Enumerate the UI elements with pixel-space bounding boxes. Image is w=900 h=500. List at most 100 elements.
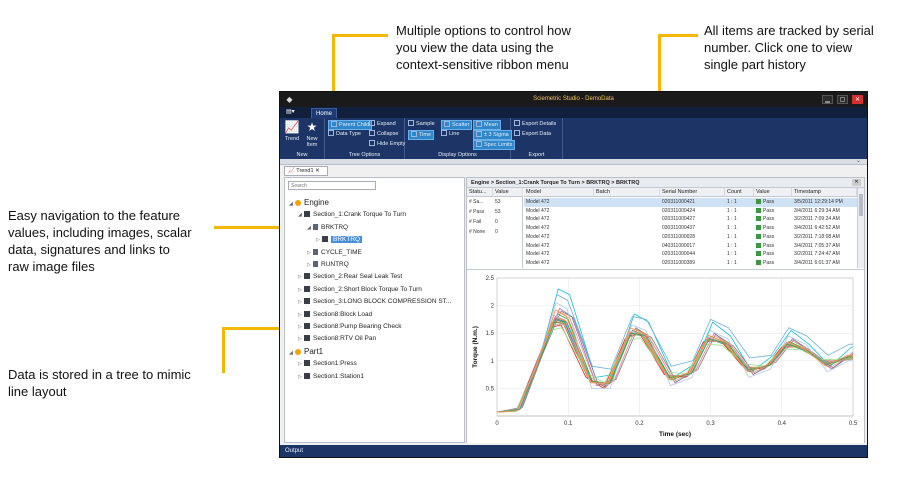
column-header[interactable]: Batch [594,188,660,197]
stats-cell: 0 [495,219,498,225]
sample-icon [408,120,414,126]
line-chart-icon [441,130,447,136]
trend-button[interactable]: 📈 Trend [282,121,302,143]
tree-node[interactable]: ▷ Section1:Press [298,359,357,369]
new-item-button[interactable]: ★ New Item [302,121,322,149]
tree-node-label: BRKTRQ [321,223,349,231]
stats-cell: # Sa... [469,199,484,205]
table-cell: 1 : 1 [727,207,737,214]
tree-node-label: Section8:Pump Bearing Check [313,323,402,330]
ribbon-group-display-options: Sample Time Scatter Line Mean ± 3 Sigma … [405,118,516,159]
station-icon [322,236,328,243]
pass-check-icon [756,259,761,265]
column-header[interactable]: Serial Number [660,188,725,197]
table-scrollbar[interactable] [857,188,864,268]
pass-check-icon [756,233,761,239]
table-cell [594,207,660,216]
output-bar[interactable]: Output [280,445,867,457]
app-logo-icon: ◆ [286,95,293,104]
tree-node[interactable]: ▷ Section_2:Short Block Torque To Turn [298,285,422,295]
table-cell: 020311000028 [662,233,695,240]
tree-node[interactable]: ▷ Section8:Block Load [298,310,372,320]
table-cell: 030311000437 [662,225,695,232]
callout-tree: Data is stored in a tree to mimic line l… [8,367,191,399]
tree-node[interactable]: ▷ Section_2:Rear Seal Leak Test [298,272,402,282]
callout-navigation: Easy navigation to the feature values, i… [8,208,192,274]
tab-home[interactable]: Home [311,108,337,118]
tree-node[interactable]: ▷ BRKTRQ [316,235,363,245]
tab-trend1[interactable]: 📈 Trend1 ✕ [284,166,328,176]
table-cell: Pass [754,250,792,259]
feature-icon [313,223,318,230]
tree-node[interactable]: ▷ Section1:Station1 [298,372,364,382]
parent-child-button[interactable]: Parent Child [328,120,373,130]
column-header[interactable]: Count [725,188,754,197]
sigma-button[interactable]: ± 3 Sigma [473,130,512,140]
collapse-button[interactable]: Collapse [369,130,398,138]
table-cell: 3/4/2011 6:42:52 AM [794,225,840,232]
export-details-button[interactable]: Export Details [514,120,556,128]
scatter-button[interactable]: Scatter [441,120,473,130]
station-icon [304,360,310,367]
pass-check-icon [756,242,761,248]
maximize-button[interactable]: ▢ [837,95,848,104]
expand-icon [369,120,375,126]
tree-node[interactable]: ▷ Section8:Pump Bearing Check [298,322,402,332]
quick-access-menu-icon[interactable]: ▤▾ [286,108,300,117]
expand-button[interactable]: Expand [369,120,396,128]
search-input[interactable] [288,181,376,190]
table-cell: 1 : 1 [727,225,737,232]
trend-chart-area: 0 0.1 0.2 0.3 0.4 0.5 0.5 1 1.5 2 2.5 Time (sec) Tor… [467,269,864,443]
close-tab-icon[interactable]: ✕ [315,168,320,174]
close-button[interactable]: ✕ [852,95,863,104]
stats-header[interactable]: Value [493,188,523,197]
data-type-button[interactable]: Data Type [328,130,361,138]
station-icon [304,310,310,317]
table-cell: 3/4/2011 6:01:37 AM [794,259,840,266]
line-button[interactable]: Line [441,130,459,138]
title-bar: ◆ Sciemetric Studio - DemoData ▁ ▢ ✕ [280,92,867,107]
expanded-arrow-icon[interactable]: ◢ [289,199,295,209]
tree-node[interactable]: ◢ Part1 [289,347,323,357]
tree-node[interactable]: ◢ BRKTRQ [307,223,348,233]
x-tick-label: 0.3 [706,421,715,427]
ribbon-collapse-bar[interactable]: ⌄ [280,158,867,165]
ribbon-group-label: Export [528,152,545,158]
station-icon [304,323,310,329]
table-cell: Model 472 [526,225,550,232]
ribbon-group-label: Display Options [438,152,477,158]
minimize-button[interactable]: ▁ [822,95,833,104]
table-cell: Pass [754,224,792,233]
hide-empty-button[interactable]: Hide Empty [369,140,405,148]
serial-number-table: Model Batch Serial Number Count Value Timesta… [524,188,857,268]
scrollbar-thumb[interactable] [859,194,863,216]
tree-node[interactable]: ▷ Section8:RTV Oil Pan [298,334,376,344]
column-header[interactable]: Timestamp [792,188,857,197]
mean-button[interactable]: Mean [473,120,501,130]
tree-node-label: Section8:RTV Oil Pan [313,335,377,343]
export-data-button[interactable]: Export Data [514,130,551,138]
column-header[interactable]: Value [754,188,792,197]
table-cell: 3/2/2011 7:09:24 AM [794,216,840,223]
parent-child-icon [331,121,337,127]
tree-node[interactable]: ◢ Engine [289,198,329,208]
time-button[interactable]: Time [408,130,435,140]
tree-node[interactable]: ▷ RUNTRQ [307,260,349,270]
pass-check-icon [756,216,761,222]
expanded-arrow-icon[interactable]: ◢ [289,348,295,358]
column-header[interactable]: Model [524,188,594,197]
slide: Multiple options to control how you view… [0,0,900,500]
tree-node[interactable]: ◢ Section_1:Crank Torque To Turn [298,210,406,220]
x-tick-label: 0.2 [635,421,644,427]
stats-header[interactable]: Statu... [467,188,493,197]
stats-cell: # None [469,229,486,235]
table-cell: Pass [754,242,792,251]
tree-node[interactable]: ▷ Section_3:LONG BLOCK COMPRESSION ST... [298,297,451,307]
tree-node-label: RUNTRQ [321,261,349,268]
table-cell: 020311000389 [662,259,695,266]
close-icon[interactable]: ✕ [852,179,861,186]
spec-limits-button[interactable]: Spec Limits [473,140,516,150]
tree-node[interactable]: ▷ CYCLE_TIME [307,248,362,258]
sample-button[interactable]: Sample [408,120,435,128]
stats-grid: Statu... Value # Sa... 53 # Pass 53 # Fail 0 # N… [467,188,523,268]
